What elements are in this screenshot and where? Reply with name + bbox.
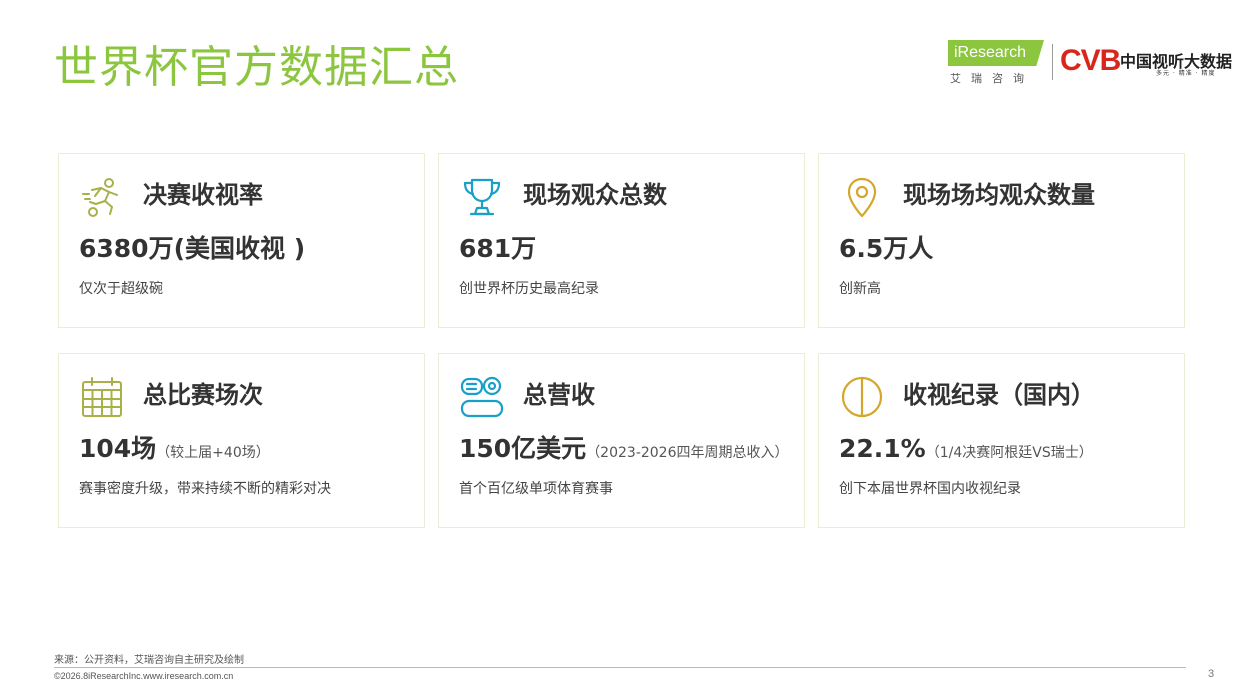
stat-card-avg-attendance: 现场场均观众数量 6.5万人 创新高 xyxy=(818,153,1185,328)
card-value: 681万 xyxy=(459,234,537,263)
trophy-icon xyxy=(459,174,505,220)
card-title: 总营收 xyxy=(523,381,595,409)
footer-divider xyxy=(54,667,1186,668)
card-title: 决赛收视率 xyxy=(143,181,263,209)
source-note: 来源：公开资料，艾瑞咨询自主研究及绘制 xyxy=(54,655,244,666)
half-circle-icon xyxy=(839,374,885,420)
cvb-logo-sub: 多元 · 精准 · 精度 xyxy=(1156,70,1216,77)
revenue-icon xyxy=(459,374,505,420)
card-title: 现场观众总数 xyxy=(523,181,667,209)
card-title: 现场场均观众数量 xyxy=(903,181,1095,209)
stat-card-total-matches: 总比赛场次 104场（较上届+40场） 赛事密度升级，带来持续不断的精彩对决 xyxy=(58,353,425,528)
cvb-logo: CVB 中国视听大数据 多元 · 精准 · 精度 xyxy=(1060,44,1232,84)
logo-divider xyxy=(1052,44,1053,80)
card-value: 104场（较上届+40场） xyxy=(79,434,270,463)
page-number: 3 xyxy=(1208,668,1215,680)
card-description: 创下本届世界杯国内收视纪录 xyxy=(839,481,1021,497)
soccer-player-icon xyxy=(79,174,125,220)
iresearch-logo-cn: 艾瑞咨询 xyxy=(950,72,1034,85)
location-pin-icon xyxy=(839,174,885,220)
stat-card-total-attendance: 现场观众总数 681万 创世界杯历史最高纪录 xyxy=(438,153,805,328)
card-value: 22.1%（1/4决赛阿根廷VS瑞士） xyxy=(839,434,1093,463)
calendar-icon xyxy=(79,374,125,420)
page-title: 世界杯官方数据汇总 xyxy=(54,42,459,93)
card-value: 6380万(美国收视 ) xyxy=(79,234,306,263)
copyright-text: ©2026.8iResearchInc.www.iresearch.com.cn xyxy=(54,671,234,681)
card-description: 创新高 xyxy=(839,281,881,297)
stat-card-final-ratings: 决赛收视率 6380万(美国收视 ) 仅次于超级碗 xyxy=(58,153,425,328)
card-title: 总比赛场次 xyxy=(143,381,263,409)
card-description: 创世界杯历史最高纪录 xyxy=(459,281,599,297)
card-description: 仅次于超级碗 xyxy=(79,281,163,297)
iresearch-logo: iResearch 艾瑞咨询 xyxy=(946,40,1046,86)
cvb-logo-mark: CVB xyxy=(1060,44,1121,77)
card-description: 赛事密度升级，带来持续不断的精彩对决 xyxy=(79,481,331,497)
stat-card-domestic-ratings: 收视纪录（国内） 22.1%（1/4决赛阿根廷VS瑞士） 创下本届世界杯国内收视… xyxy=(818,353,1185,528)
card-description: 首个百亿级单项体育赛事 xyxy=(459,481,613,497)
card-value: 6.5万人 xyxy=(839,234,934,263)
iresearch-logo-text: iResearch xyxy=(948,40,1044,66)
card-value: 150亿美元（2023-2026四年周期总收入） xyxy=(459,434,789,463)
stat-card-total-revenue: 总营收 150亿美元（2023-2026四年周期总收入） 首个百亿级单项体育赛事 xyxy=(438,353,805,528)
card-title: 收视纪录（国内） xyxy=(903,381,1095,409)
